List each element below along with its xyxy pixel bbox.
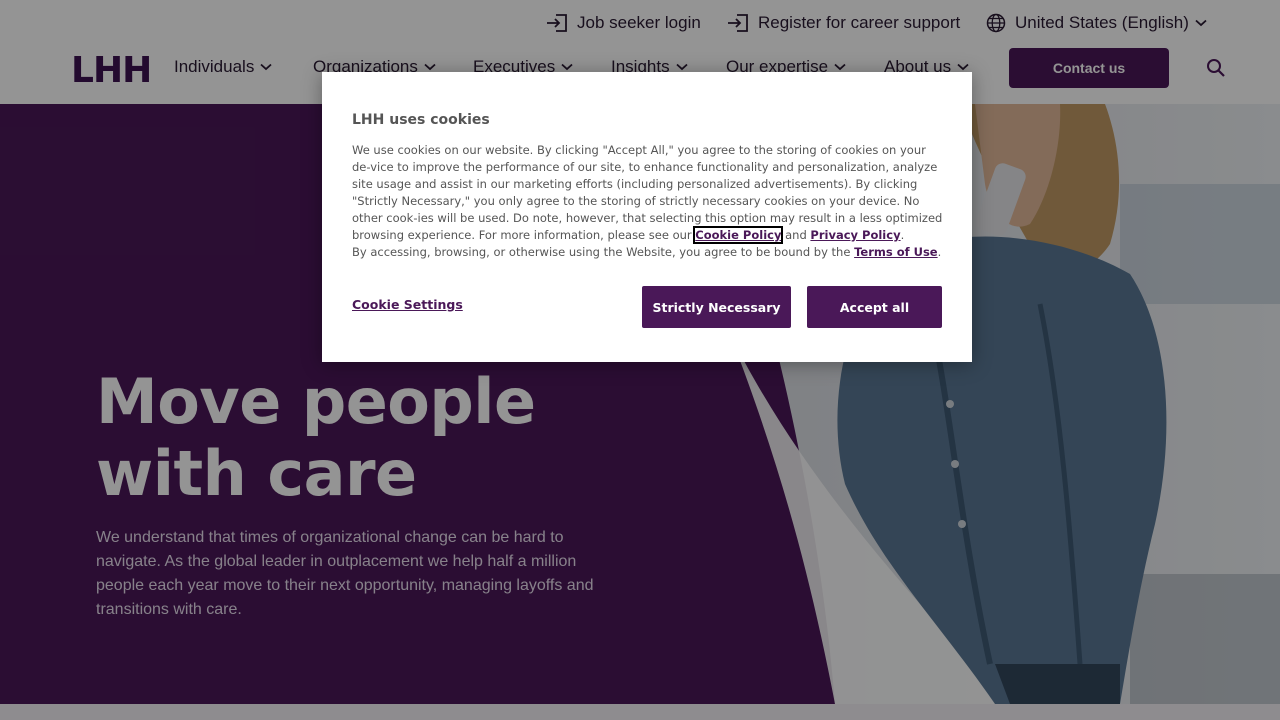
cookie-body-text: . (937, 245, 942, 259)
terms-of-use-link[interactable]: Terms of Use (854, 245, 938, 259)
cookie-settings-link[interactable]: Cookie Settings (352, 297, 463, 312)
cookie-dialog-title: LHH uses cookies (352, 112, 490, 128)
strictly-necessary-button[interactable]: Strictly Necessary (642, 286, 791, 328)
cookie-body-text: By accessing, browsing, or otherwise usi… (352, 245, 855, 259)
cookie-dialog-text: We use cookies on our website. By clicki… (352, 142, 944, 261)
cookie-body-text: . (900, 228, 905, 242)
privacy-policy-link[interactable]: Privacy Policy (810, 228, 900, 242)
cookie-consent-dialog: LHH uses cookies We use cookies on our w… (322, 72, 972, 362)
cookie-body-text: and (781, 228, 811, 242)
cookie-policy-link[interactable]: Cookie Policy (693, 226, 784, 244)
accept-all-button[interactable]: Accept all (807, 286, 942, 328)
